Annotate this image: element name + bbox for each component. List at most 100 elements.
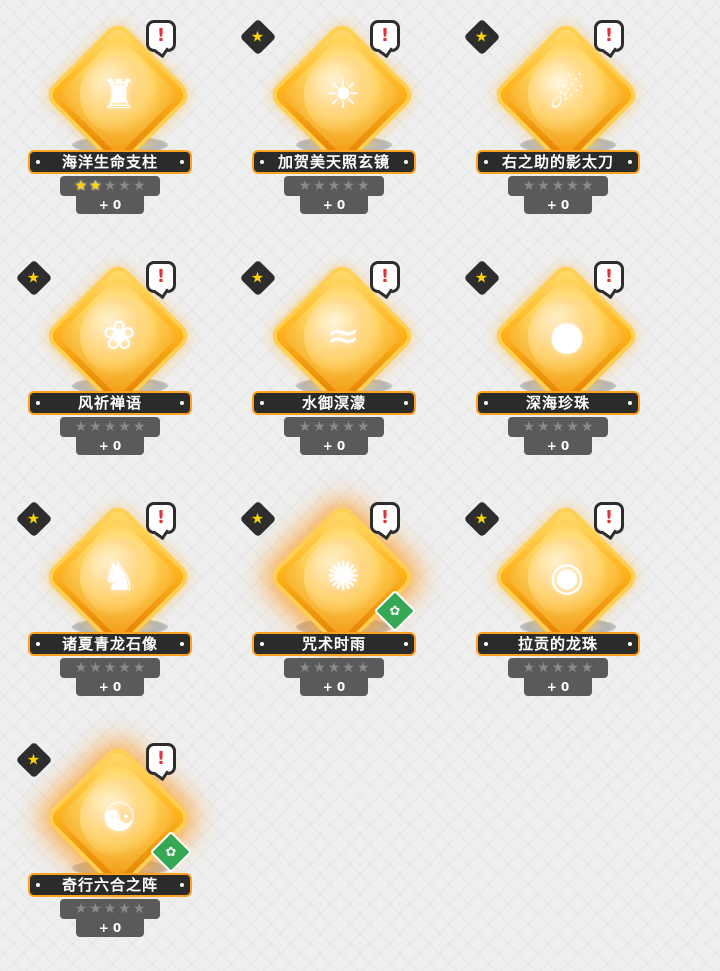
relic-card[interactable]: ◉ ★! 拉贡的龙珠 ★ ★ ★ ★ ★ + 0 [463,500,648,700]
alert-bubble-icon[interactable]: ! [370,261,400,293]
star-icon: ★ [74,660,88,676]
favorite-star-icon[interactable]: ★ [239,259,277,297]
enhance-level: + 0 [524,678,592,696]
favorite-star-icon[interactable]: ★ [15,500,53,538]
star-icon: ★ [327,419,341,435]
favorite-star-icon[interactable]: ★ [15,741,53,779]
star-icon: ★ [103,178,117,194]
relic-card[interactable]: ♜! 海洋生命支柱 ★ ★ ★ ★ ★ + 0 [20,18,200,218]
star-icon: ★ [89,901,102,917]
star-icon: ★ [537,419,550,435]
alert-bubble-icon[interactable]: ! [594,20,624,52]
star-icon: ★ [356,419,370,435]
favorite-star-icon[interactable]: ★ [463,18,501,56]
star-icon: ★ [551,660,565,676]
star-icon: ★ [356,660,370,676]
star-icon: ★ [74,178,88,194]
star-icon: ★ [132,660,146,676]
star-icon: ★ [298,178,312,194]
relic-card[interactable]: ● ★! 深海珍珠 ★ ★ ★ ★ ★ + 0 [463,259,648,459]
star-icon: ★ [118,419,131,435]
star-icon: ★ [522,660,536,676]
enhance-level: + 0 [76,196,144,214]
relic-name: 奇行六合之阵 [28,873,192,897]
star-rating: ★ ★ ★ ★ ★ [284,176,384,196]
star-icon: ★ [551,178,565,194]
star-rating: ★ ★ ★ ★ ★ [508,417,608,437]
star-icon: ★ [118,901,131,917]
alert-bubble-icon[interactable]: ! [146,261,176,293]
pillar-icon: ♜ [80,56,158,134]
star-icon: ★ [298,419,312,435]
star-icon: ★ [566,419,579,435]
alert-bubble-icon[interactable]: ! [146,743,176,775]
enhance-level: + 0 [76,678,144,696]
relic-card[interactable]: ≈ ★! 水御溟濛 ★ ★ ★ ★ ★ + 0 [239,259,424,459]
star-icon: ★ [356,178,370,194]
star-icon: ★ [298,660,312,676]
star-icon: ★ [313,660,326,676]
dragon-orb-icon: ◉ [528,538,606,616]
favorite-star-icon[interactable]: ★ [463,500,501,538]
relic-name: 诸夏青龙石像 [28,632,192,656]
star-icon: ★ [74,419,88,435]
relic-card[interactable]: ☄ ★! 右之助的影太刀 ★ ★ ★ ★ ★ + 0 [463,18,648,218]
spirit-portrait-icon: ✺ [304,538,382,616]
star-rating: ★ ★ ★ ★ ★ [60,658,160,678]
star-icon: ★ [89,419,102,435]
enhance-level: + 0 [76,437,144,455]
star-icon: ★ [89,660,102,676]
star-icon: ★ [327,660,341,676]
relic-card[interactable]: ☯ ★! ✿ 奇行六合之阵 ★ ★ ★ ★ ★ + 0 [15,741,200,941]
relic-name: 加贺美天照玄镜 [252,150,416,174]
relic-name: 深海珍珠 [476,391,640,415]
star-icon: ★ [132,901,146,917]
star-rating: ★ ★ ★ ★ ★ [284,417,384,437]
alert-bubble-icon[interactable]: ! [370,502,400,534]
star-icon: ★ [313,178,326,194]
taiji-disc-icon: ☯ [80,779,158,857]
star-icon: ★ [566,178,579,194]
star-rating: ★ ★ ★ ★ ★ [60,176,160,196]
alert-bubble-icon[interactable]: ! [594,502,624,534]
relic-name: 水御溟濛 [252,391,416,415]
prayer-beads-icon: ❀ [80,297,158,375]
dragon-statue-icon: ♞ [80,538,158,616]
favorite-star-icon[interactable]: ★ [15,259,53,297]
star-rating: ★ ★ ★ ★ ★ [60,417,160,437]
star-icon: ★ [580,660,594,676]
relic-name: 拉贡的龙珠 [476,632,640,656]
relic-name: 右之助的影太刀 [476,150,640,174]
favorite-star-icon[interactable]: ★ [239,500,277,538]
relic-card[interactable]: ✺ ★! ✿ 咒术时雨 ★ ★ ★ ★ ★ + 0 [239,500,424,700]
star-icon: ★ [327,178,341,194]
blade-icon: ☄ [528,56,606,134]
relic-card[interactable]: ♞ ★! 诸夏青龙石像 ★ ★ ★ ★ ★ + 0 [15,500,200,700]
star-icon: ★ [522,178,536,194]
star-icon: ★ [580,178,594,194]
favorite-star-icon[interactable]: ★ [463,259,501,297]
favorite-star-icon[interactable]: ★ [239,18,277,56]
enhance-level: + 0 [300,196,368,214]
pearl-shell-icon: ● [528,297,606,375]
star-icon: ★ [103,901,117,917]
alert-bubble-icon[interactable]: ! [146,20,176,52]
star-icon: ★ [89,178,102,194]
relic-card[interactable]: ❀ ★! 风祈禅语 ★ ★ ★ ★ ★ + 0 [15,259,200,459]
star-icon: ★ [342,178,355,194]
enhance-level: + 0 [300,437,368,455]
water-wave-icon: ≈ [304,297,382,375]
star-icon: ★ [342,660,355,676]
relic-collection-screen: { "relics": [ {"name":"海洋生命支柱","stars_fi… [0,0,720,971]
star-rating: ★ ★ ★ ★ ★ [60,899,160,919]
relic-name: 咒术时雨 [252,632,416,656]
alert-bubble-icon[interactable]: ! [594,261,624,293]
star-icon: ★ [580,419,594,435]
star-icon: ★ [132,419,146,435]
alert-bubble-icon[interactable]: ! [370,20,400,52]
star-icon: ★ [118,178,131,194]
star-icon: ★ [537,178,550,194]
alert-bubble-icon[interactable]: ! [146,502,176,534]
relic-card[interactable]: ☀ ★! 加贺美天照玄镜 ★ ★ ★ ★ ★ + 0 [239,18,424,218]
star-icon: ★ [103,419,117,435]
